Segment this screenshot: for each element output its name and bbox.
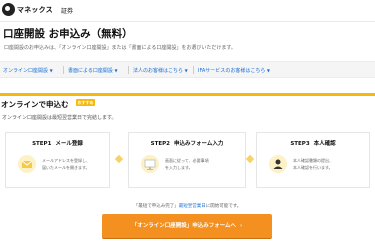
- section-title: オンラインで申込む: [1, 100, 69, 109]
- step-card-1: STEP1 メール登録 メールアドレスを登録し、 届いたメールを開きます。: [5, 132, 110, 188]
- step-text: 本人確認書類の提出、 本人確認を行います。: [293, 157, 333, 171]
- step-card-2: STEP2 申込みフォーム入力 画面に従って、必要事項 を入力します。: [128, 132, 246, 188]
- page-title: 口座開設 お申込み（無料）: [3, 28, 133, 40]
- step-text-line: を入力します。: [165, 165, 193, 170]
- step-text-line: 画面に従って、必要事項: [165, 158, 209, 163]
- nav-link-label: 書面による口座開設: [68, 68, 113, 74]
- monitor-icon: [141, 155, 159, 173]
- step-text-line: 本人確認を行います。: [293, 165, 333, 170]
- step-number: STEP3: [290, 141, 310, 147]
- step-arrow: [114, 154, 124, 164]
- nav-divider: [193, 66, 194, 74]
- nav-link-label: IFAサービスのお客様はこちら: [198, 68, 266, 74]
- envelope-icon: [18, 155, 36, 173]
- monex-logo-icon[interactable]: [2, 3, 15, 16]
- step-card-3: STEP3 本人確認 本人確認書類の提出、 本人確認を行います。: [256, 132, 370, 188]
- brand-name[interactable]: マネックス: [17, 5, 53, 15]
- step-arrow: [245, 154, 255, 164]
- step-number: STEP2: [150, 141, 170, 147]
- nav-link-corporate[interactable]: 法人のお客様はこちら ▼: [133, 67, 188, 74]
- step-heading: STEP1 メール登録: [6, 139, 109, 147]
- person-icon: [269, 155, 287, 173]
- step-heading: STEP2 申込みフォーム入力: [129, 139, 245, 147]
- intro-text: 口座開設のお申込みは、「オンライン口座開設」または「書面による口座開設」をお選び…: [4, 45, 236, 51]
- chevron-down-icon: ▼: [184, 68, 188, 73]
- step-text-line: 届いたメールを開きます。: [42, 165, 90, 170]
- cta-label: 「オンライン口座開設」申込みフォームへ: [131, 223, 237, 229]
- note-suffix: に開始可能です。: [205, 204, 242, 209]
- step-text: メールアドレスを登録し、 届いたメールを開きます。: [42, 157, 90, 171]
- note-link[interactable]: 最短翌営業日: [179, 204, 206, 209]
- note-prefix: 「最短で申込み完了」: [133, 204, 179, 209]
- online-application-button[interactable]: 「オンライン口座開設」申込みフォームへ ›: [102, 214, 272, 238]
- step-number: STEP1: [32, 141, 52, 147]
- chevron-right-icon: ›: [240, 223, 243, 229]
- step-title: 申込みフォーム入力: [173, 141, 224, 147]
- nav-divider: [63, 66, 64, 74]
- section-description: オンライン口座開設は最短翌営業日で完結します。: [2, 115, 117, 121]
- step-text-line: メールアドレスを登録し、: [42, 158, 90, 163]
- anchor-nav: オンライン口座開設 ▼ 書面による口座開設 ▼ 法人のお客様はこちら ▼ IFA…: [0, 61, 375, 78]
- completion-note: 「最短で申込み完了」最短翌営業日に開始可能です。: [0, 203, 375, 209]
- site-header: マネックス 証券: [0, 0, 375, 22]
- step-text-line: 本人確認書類の提出、: [293, 158, 333, 163]
- chevron-down-icon: ▼: [266, 68, 270, 73]
- step-heading: STEP3 本人確認: [257, 139, 369, 147]
- nav-link-online[interactable]: オンライン口座開設 ▼: [3, 67, 53, 74]
- section-accent-bar: [0, 93, 375, 96]
- chevron-down-icon: ▼: [114, 68, 118, 73]
- nav-link-label: 法人のお客様はこちら: [133, 68, 184, 74]
- header-divider: [0, 21, 375, 22]
- recommend-badge: おすすめ: [76, 99, 95, 106]
- step-text: 画面に従って、必要事項 を入力します。: [165, 157, 209, 171]
- nav-link-paper[interactable]: 書面による口座開設 ▼: [68, 67, 118, 74]
- step-title: 本人確認: [313, 141, 336, 147]
- nav-divider: [128, 66, 129, 74]
- chevron-down-icon: ▼: [49, 68, 53, 73]
- nav-link-label: オンライン口座開設: [3, 68, 49, 74]
- step-title: メール登録: [55, 141, 83, 147]
- brand-sub: 証券: [61, 8, 74, 15]
- nav-link-ifa[interactable]: IFAサービスのお客様はこちら ▼: [198, 67, 270, 74]
